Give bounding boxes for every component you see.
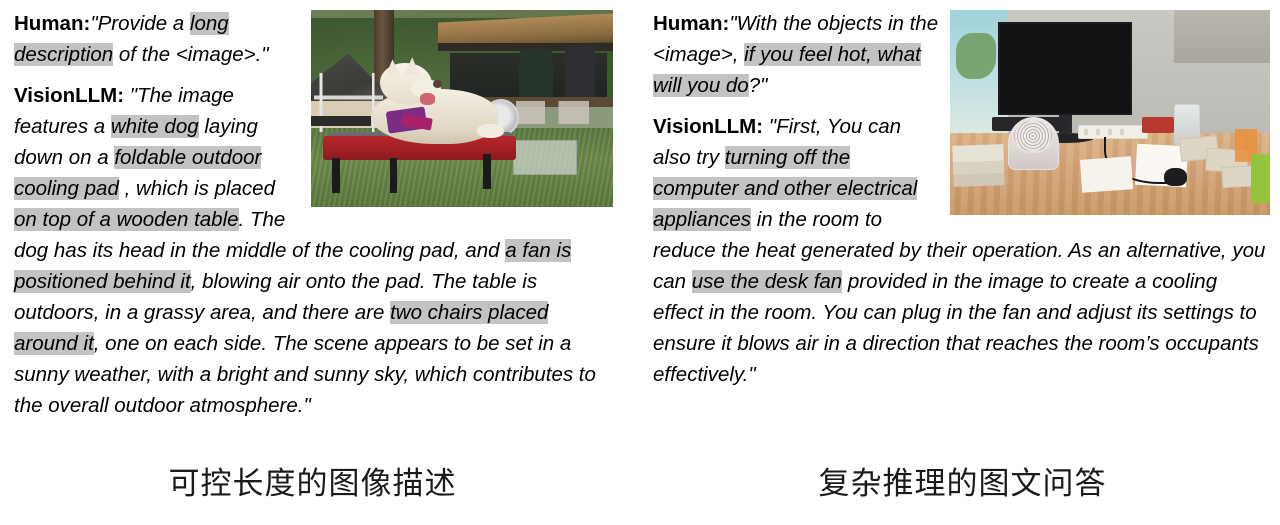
vision-llm-examples-figure: Human:"Provide a long description of the… bbox=[0, 0, 1280, 525]
caption-complex-reasoning-vqa: 复杂推理的图文问答 bbox=[818, 466, 1107, 501]
speaker-label-human-right: Human: bbox=[653, 12, 730, 35]
photo-office-desk-with-fan bbox=[950, 10, 1270, 215]
plain-phrase: ?" bbox=[748, 74, 768, 97]
highlighted-phrase: white dog bbox=[110, 115, 199, 138]
caption-controllable-caption: 可控长度的图像描述 bbox=[168, 466, 457, 501]
speaker-label-visionllm-left: VisionLLM: bbox=[14, 84, 125, 107]
speaker-label-human-left: Human: bbox=[14, 12, 91, 35]
plain-phrase: , which is placed bbox=[118, 177, 275, 200]
highlighted-phrase: on top of a wooden table bbox=[14, 208, 239, 231]
highlighted-phrase: use the desk fan bbox=[691, 270, 843, 293]
panel-controllable-caption: Human:"Provide a long description of the… bbox=[0, 0, 625, 525]
speaker-label-visionllm-right: VisionLLM: bbox=[653, 115, 764, 138]
dialog-right: Human:"With the objects in the <image>, … bbox=[645, 0, 1280, 390]
panel-complex-reasoning-vqa: Human:"With the objects in the <image>, … bbox=[645, 0, 1280, 525]
plain-phrase: "Provide a bbox=[90, 12, 190, 35]
plain-phrase: , one on each side. The scene appears to… bbox=[14, 332, 596, 417]
plain-phrase: of the <image>." bbox=[113, 43, 269, 66]
photo-white-dog-on-cooling-pad bbox=[311, 10, 613, 207]
dialog-left: Human:"Provide a long description of the… bbox=[0, 0, 625, 421]
